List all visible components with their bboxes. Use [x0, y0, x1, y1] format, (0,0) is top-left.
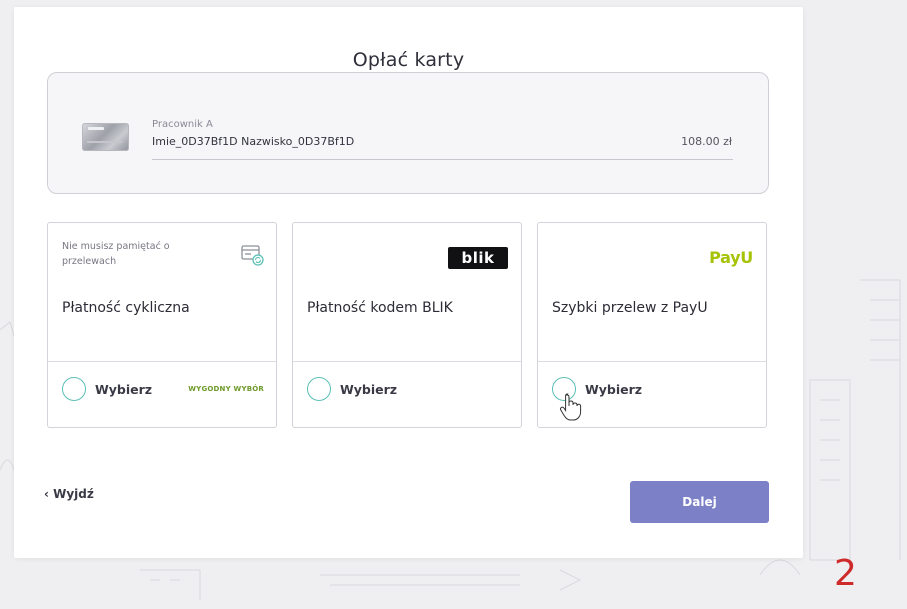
- employee-card-summary: Pracownik A Imie_0D37Bf1D Nazwisko_0D37B…: [47, 72, 769, 194]
- option-payu[interactable]: PayU Szybki przelew z PayU Wybierz: [537, 222, 767, 428]
- option-hint: Nie musisz pamiętać o przelewach: [62, 241, 170, 267]
- option-recurring-payment[interactable]: Nie musisz pamiętać o przelewach Płatnoś…: [47, 222, 277, 428]
- divider: [538, 361, 766, 362]
- payu-logo: PayU: [709, 248, 753, 267]
- card-thumbnail-icon: [82, 123, 129, 151]
- pay-cards-modal: Opłać karty Pracownik A Imie_0D37Bf1D Na…: [14, 7, 803, 558]
- employee-role: Pracownik A: [152, 119, 213, 130]
- divider: [152, 159, 733, 160]
- divider: [293, 361, 521, 362]
- option-title: Szybki przelew z PayU: [552, 300, 708, 316]
- blik-logo: blik: [448, 247, 508, 269]
- step-number: 2: [834, 553, 857, 594]
- exit-link[interactable]: ‹ Wyjdź: [44, 487, 94, 501]
- select-radio[interactable]: [62, 377, 86, 401]
- divider: [48, 361, 276, 362]
- hand-cursor-icon: [560, 393, 582, 421]
- next-button[interactable]: Dalej: [630, 481, 769, 523]
- select-label[interactable]: Wybierz: [585, 382, 642, 397]
- option-title: Płatność cykliczna: [62, 300, 190, 316]
- select-label[interactable]: Wybierz: [95, 382, 152, 397]
- exit-label[interactable]: Wyjdź: [53, 487, 94, 501]
- recurring-payment-icon: [241, 245, 264, 266]
- option-title: Płatność kodem BLIK: [307, 300, 453, 316]
- employee-amount: 108.00 zł: [681, 135, 732, 148]
- select-radio[interactable]: [307, 377, 331, 401]
- employee-name: Imie_0D37Bf1D Nazwisko_0D37Bf1D: [152, 135, 355, 148]
- select-label[interactable]: Wybierz: [340, 382, 397, 397]
- option-blik[interactable]: blik Płatność kodem BLIK Wybierz: [292, 222, 522, 428]
- convenient-choice-badge: WYGODNY WYBÓR: [188, 385, 264, 393]
- modal-title: Opłać karty: [352, 49, 465, 71]
